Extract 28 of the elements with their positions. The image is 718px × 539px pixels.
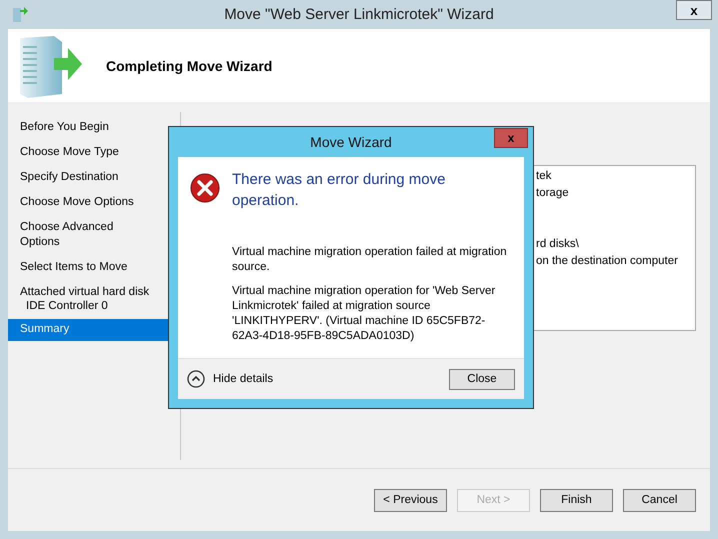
close-dialog-button[interactable]: Close [449,368,515,390]
error-heading: There was an error during move operation. [232,170,446,211]
server-move-icon [12,5,28,23]
wizard-step[interactable]: Select Items to Move [8,257,168,279]
window-title: Move "Web Server Linkmicrotek" Wizard [224,6,494,24]
error-icon [190,173,220,203]
wizard-step[interactable]: Attached virtual hard disk IDE Controller 0 [8,282,168,316]
dialog-close-button[interactable]: x [494,128,528,148]
wizard-step[interactable]: Before You Begin [8,117,168,139]
wizard-button[interactable]: Cancel [623,488,696,512]
collapse-icon [187,370,205,388]
summary-text: tek [536,170,552,182]
error-message: Virtual machine migration operation failed at migration source. [232,245,508,275]
hide-details-toggle[interactable]: Hide details [187,370,274,388]
summary-text: rd disks\ [536,238,579,250]
wizard-step[interactable]: Choose Move Options [8,192,168,214]
wizard-button[interactable]: Finish [540,488,613,512]
wizard-step[interactable]: Choose Move Type [8,142,168,164]
summary-text: torage [536,187,569,199]
page-heading: Completing Move Wizard [106,58,272,74]
error-message: Virtual machine migration operation for 'Web Server Linkmicrotek' failed at migration source 'LINKITHYPERV'. (Virtual machine ID 65C5FB72-62A3-4D18-95FB-89C5ADA0103D) [232,284,496,344]
wizard-step[interactable]: Choose Advanced Options [8,217,168,254]
wizard-button[interactable]: < Previous [374,488,447,512]
summary-text: on the destination computer [536,255,678,267]
dialog-title: Move Wizard [310,134,392,150]
wizard-step[interactable]: Specify Destination [8,167,168,189]
wizard-step[interactable]: Summary [8,319,168,341]
window-close-button[interactable]: x [676,0,712,20]
